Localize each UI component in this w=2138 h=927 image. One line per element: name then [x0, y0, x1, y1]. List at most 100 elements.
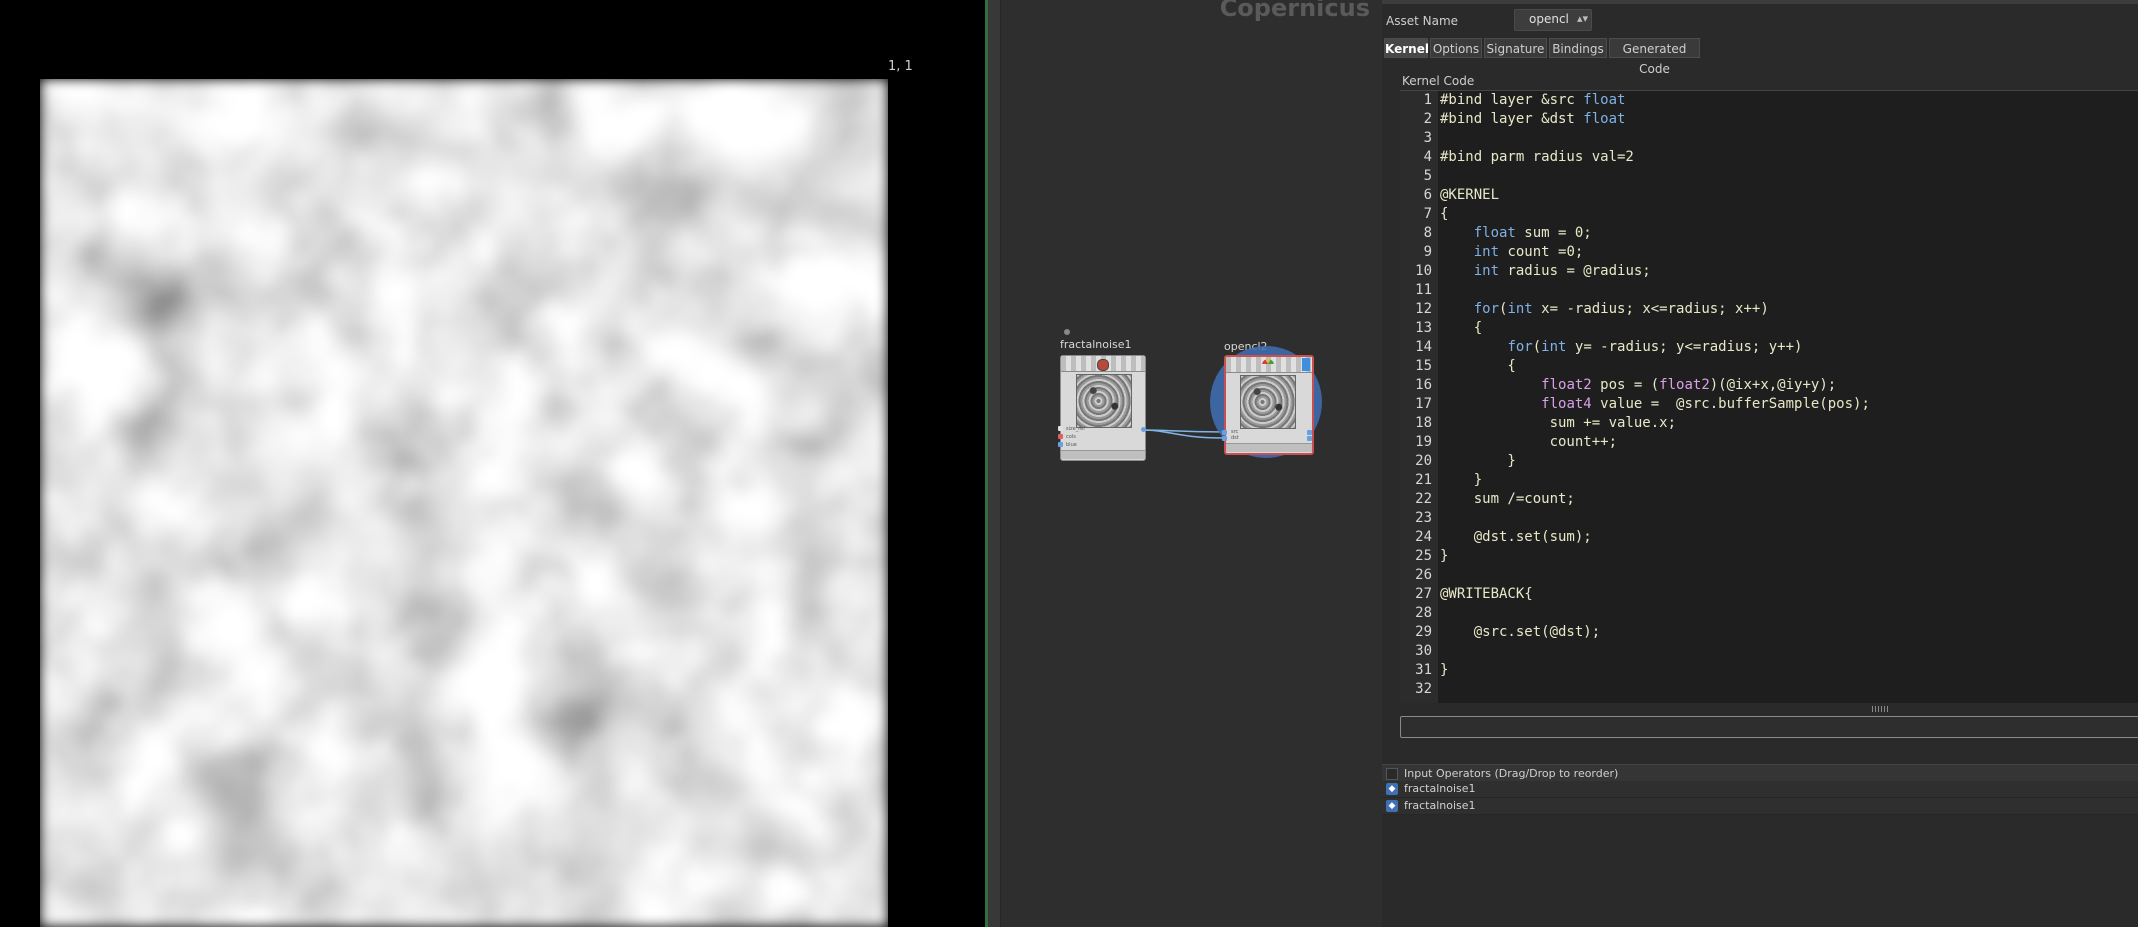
output-port[interactable]: [1307, 430, 1312, 435]
input-port[interactable]: [1058, 434, 1063, 439]
input-operators-label: Input Operators (Drag/Drop to reorder): [1404, 767, 1619, 780]
line-number: 12: [1415, 301, 1432, 317]
line-number: 23: [1415, 510, 1432, 526]
asset-name-label: Asset Name: [1386, 14, 1459, 28]
line-number: 31: [1415, 662, 1432, 678]
asset-name-row: Asset Name opencl ▴▾: [1382, 6, 2138, 34]
tab-generated-code[interactable]: Generated Code: [1609, 38, 1700, 76]
code-line: #bind parm radius val=2: [1440, 149, 1634, 165]
line-number: 15: [1415, 358, 1432, 374]
code-line: int count =0;: [1473, 244, 1584, 260]
line-number: 14: [1415, 339, 1432, 355]
code-line: #bind layer &dst float: [1440, 111, 1626, 127]
line-number: 30: [1415, 643, 1432, 659]
list-item[interactable]: ◆ fractalnoise1: [1382, 781, 2138, 798]
line-number: 18: [1415, 415, 1432, 431]
node-thumbnail: [1076, 374, 1132, 428]
parameter-pane: Asset Name opencl ▴▾ Kernel Options Sign…: [1382, 0, 2138, 927]
param-top-strip: [1382, 0, 2138, 4]
network-left-edge: [988, 0, 1001, 927]
input-operator-name: fractalnoise1: [1404, 799, 1476, 812]
output-port[interactable]: [1307, 436, 1312, 441]
line-number: 16: [1415, 377, 1432, 393]
line-number: 4: [1423, 149, 1432, 165]
code-line: {: [1440, 320, 1483, 336]
line-number: 11: [1415, 282, 1432, 298]
code-line: float2 pos = (float2)(@ix+x,@iy+y);: [1541, 377, 1837, 393]
spinner-icon[interactable]: ▴▾: [1577, 12, 1588, 25]
output-port[interactable]: [1141, 427, 1146, 432]
asset-name-value: opencl: [1529, 12, 1569, 26]
line-number: 10: [1415, 263, 1432, 279]
line-number: 24: [1415, 529, 1432, 545]
code-line: for(int x= -radius; x<=radius; x++): [1473, 301, 1769, 317]
code-line: @WRITEBACK{: [1440, 586, 1533, 602]
input-port[interactable]: [1222, 436, 1227, 441]
code-line: float sum = 0;: [1473, 225, 1592, 241]
input-port[interactable]: [1058, 442, 1063, 447]
node-label-fractalnoise1: fractalnoise1: [1060, 338, 1132, 351]
tab-kernel[interactable]: Kernel: [1384, 38, 1429, 58]
code-line: @KERNEL: [1440, 187, 1500, 203]
select-all-checkbox[interactable]: [1386, 768, 1398, 780]
port-label: size_ref: [1066, 426, 1085, 432]
line-number: 8: [1423, 225, 1432, 241]
viewport-coordinate-readout: 1, 1: [888, 59, 913, 74]
operator-node-icon: ◆: [1386, 800, 1398, 812]
operator-node-icon: ◆: [1386, 783, 1398, 795]
line-number: 1: [1423, 92, 1432, 108]
port-label: cols: [1066, 434, 1076, 440]
line-number: 19: [1415, 434, 1432, 450]
kernel-code-editor[interactable]: 1 2 3 4 5 6 7 8 9 10 11 12 13 14 15 16 17 18 19 20 21 22 23 24 2…: [1400, 90, 2138, 703]
line-number: 17: [1415, 396, 1432, 412]
code-line: int radius = @radius;: [1473, 263, 1651, 279]
code-line: {: [1440, 206, 1449, 222]
image-viewport[interactable]: 1, 1: [0, 0, 985, 927]
line-number: 32: [1415, 681, 1432, 697]
line-number: 27: [1415, 586, 1432, 602]
line-number: 5: [1423, 168, 1432, 184]
line-number: 3: [1423, 130, 1432, 146]
grip-icon[interactable]: [1872, 706, 1888, 712]
line-number: 2: [1423, 111, 1432, 127]
code-line: sum += value.x;: [1440, 415, 1677, 431]
asset-name-field[interactable]: opencl ▴▾: [1514, 9, 1592, 31]
line-number: 13: [1415, 320, 1432, 336]
input-port[interactable]: [1222, 430, 1227, 435]
tab-bindings[interactable]: Bindings: [1549, 38, 1607, 58]
line-number: 6: [1423, 187, 1432, 203]
port-label: blue: [1066, 442, 1077, 448]
list-item[interactable]: ◆ fractalnoise1: [1382, 798, 2138, 815]
line-number: 7: [1423, 206, 1432, 222]
code-line: }: [1440, 453, 1516, 469]
node-footer: [1226, 443, 1312, 452]
tab-options[interactable]: Options: [1430, 38, 1482, 58]
line-number: 25: [1415, 548, 1432, 564]
node-type-icon: [1097, 359, 1109, 371]
tab-signature[interactable]: Signature: [1484, 38, 1547, 58]
code-line: }: [1440, 662, 1449, 678]
line-number: 21: [1415, 472, 1432, 488]
code-line: }: [1440, 472, 1483, 488]
input-operator-name: fractalnoise1: [1404, 782, 1476, 795]
code-line: sum /=count;: [1440, 491, 1575, 507]
code-line: @src.set(@dst);: [1440, 624, 1601, 640]
input-port[interactable]: [1058, 426, 1063, 431]
code-line: {: [1440, 358, 1516, 374]
display-flag-icon[interactable]: [1302, 358, 1310, 371]
code-input-field[interactable]: [1400, 716, 2138, 738]
code-line: for(int y= -radius; y<=radius; y++): [1507, 339, 1803, 355]
line-number: 22: [1415, 491, 1432, 507]
noise-image-preview: [40, 79, 888, 927]
line-number: 9: [1423, 244, 1432, 260]
network-editor[interactable]: Copernicus fractalnoise1 size_ref cols b…: [988, 0, 1382, 927]
editor-resize-handle[interactable]: [1382, 704, 2138, 714]
code-line: }: [1440, 548, 1449, 564]
node-footer: [1061, 450, 1145, 459]
port-label: dst: [1231, 435, 1239, 441]
line-number-gutter: 1 2 3 4 5 6 7 8 9 10 11 12 13 14 15 16 17 18 19 20 21 22 23 24 2…: [1400, 91, 1438, 703]
line-number: 29: [1415, 624, 1432, 640]
code-line: count++;: [1440, 434, 1618, 450]
code-line: float4 value = @src.bufferSample(pos);: [1541, 396, 1870, 412]
node-flag-icon: [1064, 329, 1070, 335]
